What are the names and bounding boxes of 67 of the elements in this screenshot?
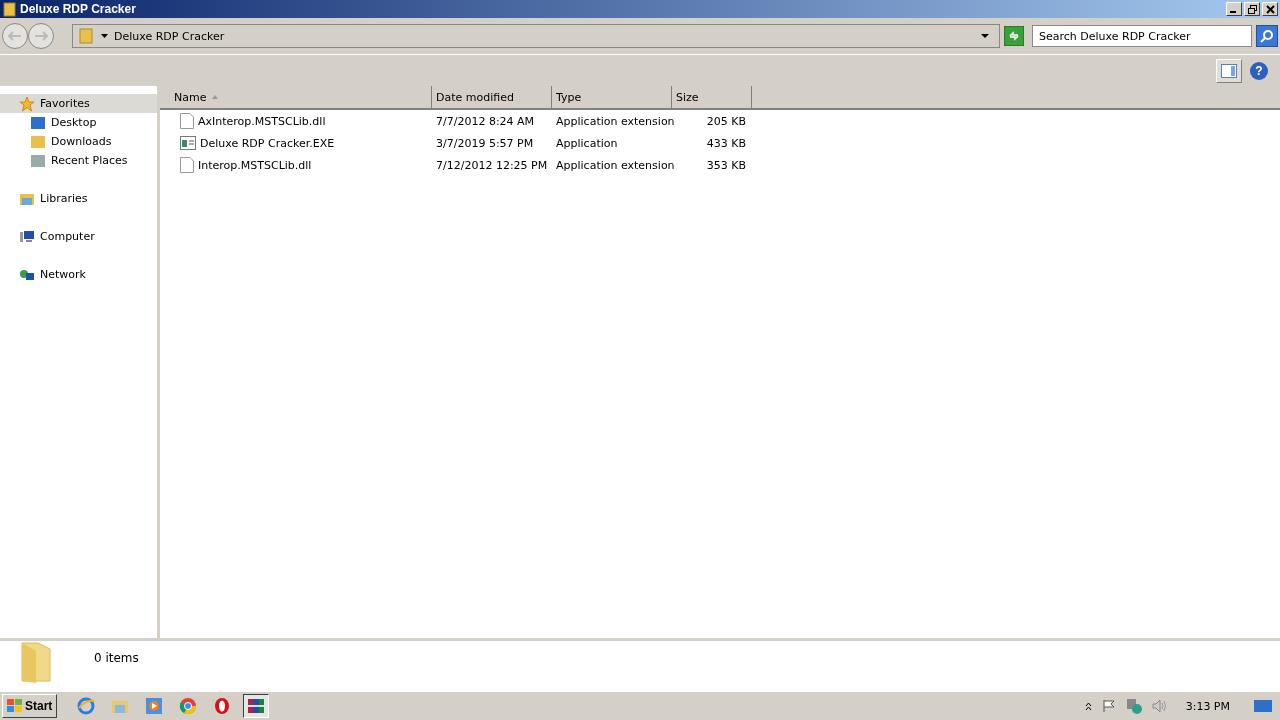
nav-item[interactable]: Network xyxy=(0,265,157,284)
table-cell-text: Application extension xyxy=(555,158,672,172)
file-name[interactable]: Deluxe RDP Cracker.EXE xyxy=(200,136,335,150)
file-name[interactable]: AxInterop.MSTSCLib.dll xyxy=(198,114,326,128)
refresh-arrows-icon xyxy=(1008,31,1020,41)
window-title: Deluxe RDP Cracker xyxy=(20,2,136,16)
nav-item[interactable]: Favorites xyxy=(0,94,157,113)
refresh-button[interactable] xyxy=(1004,26,1024,46)
caret-icon xyxy=(101,34,108,38)
close-button[interactable] xyxy=(1262,2,1278,16)
back-button[interactable] xyxy=(2,23,28,49)
item-count: 0 items xyxy=(94,651,139,665)
help-button[interactable]: ? xyxy=(1250,61,1268,80)
libraries-icon xyxy=(19,191,35,206)
forward-button[interactable] xyxy=(28,23,54,49)
search-icon xyxy=(1260,29,1274,43)
table-cell-text: 205 KB xyxy=(705,114,746,128)
table-cell-text: 353 KB xyxy=(705,158,746,172)
dropdown-caret-icon xyxy=(981,34,989,38)
network-icon[interactable] xyxy=(1125,698,1142,714)
nav-item[interactable]: Recent Places xyxy=(0,151,157,170)
archive-icon[interactable] xyxy=(243,694,270,718)
back-arrow-icon xyxy=(8,31,22,41)
network-icon xyxy=(19,267,35,282)
preview-pane-icon xyxy=(1221,63,1237,78)
forward-arrow-icon xyxy=(34,31,48,41)
windows-logo-icon xyxy=(7,699,23,713)
nav-item[interactable]: Desktop xyxy=(0,113,157,132)
document-icon xyxy=(180,113,194,129)
search-field[interactable]: Search Deluxe RDP Cracker xyxy=(1032,25,1252,47)
computer-icon xyxy=(19,229,35,244)
star-icon xyxy=(19,95,35,112)
start-button[interactable]: Start xyxy=(2,694,58,718)
clock[interactable]: 3:13 PM xyxy=(1185,699,1230,713)
sort-arrow-icon xyxy=(212,95,219,99)
column-header[interactable]: Date modified xyxy=(432,86,552,108)
address-field[interactable]: Deluxe RDP Cracker xyxy=(72,24,1000,48)
minimize-button[interactable] xyxy=(1226,2,1242,16)
folder-icon xyxy=(18,641,54,685)
restore-button[interactable] xyxy=(1244,2,1260,16)
flag-icon[interactable] xyxy=(1101,699,1116,713)
folder-icon xyxy=(3,1,16,17)
table-cell-text: 7/7/2012 8:24 AM xyxy=(435,114,536,128)
search-button[interactable] xyxy=(1256,25,1278,47)
table-cell-text: Application xyxy=(555,136,619,150)
nav-item[interactable]: Computer xyxy=(0,227,157,246)
downloads-folder-icon xyxy=(30,134,46,149)
file-name[interactable]: Interop.MSTSCLib.dll xyxy=(198,158,312,172)
nav-item[interactable]: Downloads xyxy=(0,132,157,151)
folder-icon xyxy=(79,28,93,44)
column-header[interactable]: Size xyxy=(672,86,752,108)
column-header[interactable]: Name xyxy=(160,86,432,108)
table-cell-text: 433 KB xyxy=(705,136,746,150)
nav-item[interactable]: Libraries xyxy=(0,189,157,208)
table-cell-text: Application extension xyxy=(555,114,672,128)
column-header[interactable]: Type xyxy=(552,86,672,108)
show-hidden-icons-icon[interactable] xyxy=(1084,701,1092,711)
table-cell-text: 7/12/2012 12:25 PM xyxy=(435,158,549,172)
table-cell-text: 3/7/2019 5:57 PM xyxy=(435,136,535,150)
close-icon xyxy=(1265,4,1275,14)
recent-places-icon xyxy=(30,153,46,168)
application-window-icon xyxy=(180,136,196,150)
preview-pane-button[interactable] xyxy=(1216,58,1242,83)
desktop-icon xyxy=(30,115,46,130)
document-icon xyxy=(180,157,194,173)
restore-icon xyxy=(1247,4,1257,14)
speaker-icon[interactable] xyxy=(1151,699,1168,713)
